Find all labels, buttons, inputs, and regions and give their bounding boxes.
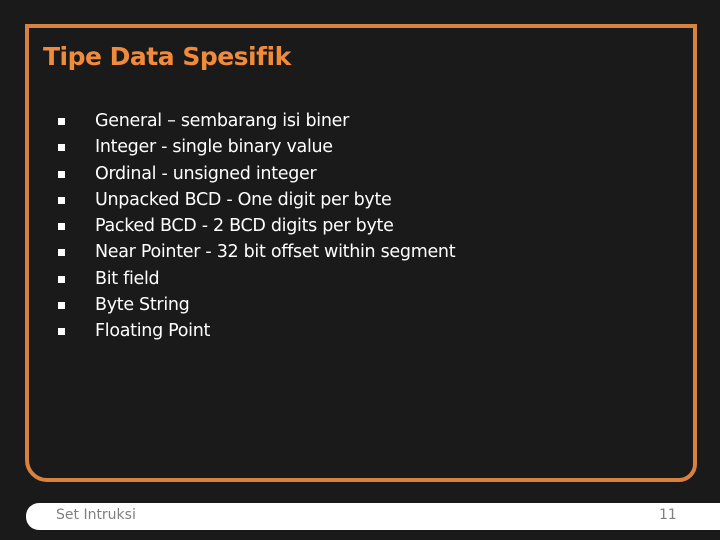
square-bullet-icon: [58, 302, 65, 310]
bullet-text: Ordinal - unsigned integer: [95, 163, 317, 184]
bullet-text: Bit field: [95, 268, 160, 289]
bullet-text: Near Pointer - 32 bit offset within segm…: [95, 242, 456, 263]
bullet-text: Packed BCD - 2 BCD digits per byte: [95, 216, 394, 237]
square-bullet-icon: [58, 275, 65, 283]
bullet-text: Floating Point: [95, 321, 211, 342]
slide-title: Tipe Data Spesifik: [43, 42, 291, 71]
square-bullet-icon: [58, 328, 65, 336]
square-bullet-icon: [58, 223, 65, 231]
square-bullet-icon: [58, 196, 65, 204]
square-bullet-icon: [58, 170, 65, 178]
page-number: 11: [659, 507, 677, 523]
footer-bar: Set Intruksi 11: [26, 503, 720, 530]
bullet-text: Byte String: [95, 295, 190, 316]
square-bullet-icon: [58, 249, 65, 257]
bullet-text: General – sembarang isi biner: [95, 111, 350, 131]
square-bullet-icon: [58, 118, 65, 125]
footer-title: Set Intruksi: [56, 507, 136, 523]
bullet-text: Unpacked BCD - One digit per byte: [95, 189, 392, 210]
bullet-text: Integer - single binary value: [95, 137, 333, 158]
square-bullet-icon: [58, 144, 65, 152]
